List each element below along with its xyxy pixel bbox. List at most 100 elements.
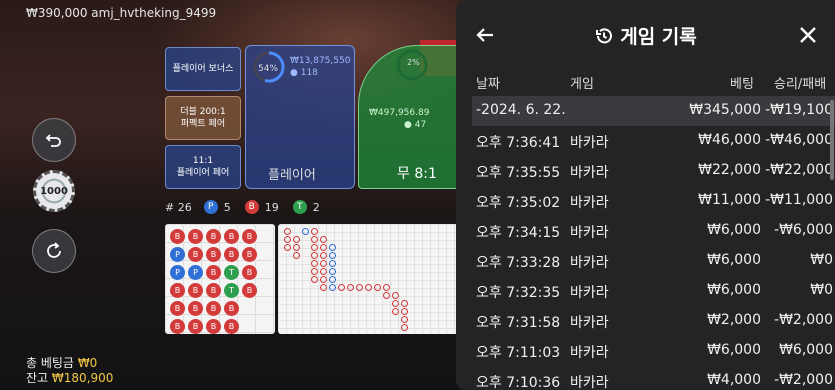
road-mark: [311, 276, 318, 283]
road-mark: [374, 284, 381, 291]
road-mark: [401, 316, 408, 323]
tie-bet[interactable]: 2% ₩497,956.89 ● 47 무 8:1: [358, 45, 468, 189]
road-mark: [320, 268, 327, 275]
road-mark: [320, 260, 327, 267]
row-game: 바카라: [570, 225, 609, 241]
perfect-pair-label: 퍼펙트 페어: [180, 119, 226, 129]
close-icon[interactable]: [797, 24, 819, 46]
row-date: -2024. 6. 22.: [476, 102, 566, 118]
history-row[interactable]: 오후 7:35:02 바카라 ₩11,000 -₩11,000: [472, 186, 835, 216]
bead-result: B: [224, 319, 239, 334]
road-mark: [311, 252, 318, 259]
row-game: 바카라: [570, 195, 609, 211]
row-game: 바카라: [570, 315, 609, 331]
road-mark: [311, 236, 318, 243]
row-winloss: -₩2,000: [774, 312, 833, 328]
history-icon: [596, 27, 613, 43]
chip-selector[interactable]: 1000: [33, 170, 75, 212]
row-bet: ₩6,000: [707, 252, 761, 268]
header-game: 게임: [570, 77, 594, 92]
row-game: 바카라: [570, 375, 609, 390]
player-total: ₩13,875,550: [290, 56, 351, 66]
perfect-pair-bet[interactable]: 더블 200:1 퍼펙트 페어: [165, 96, 241, 140]
history-row[interactable]: 오후 7:11:03 바카라 ₩6,000 ₩6,000: [472, 336, 835, 366]
road-mark: [329, 268, 336, 275]
history-row[interactable]: 오후 7:32:35 바카라 ₩6,000 ₩0: [472, 276, 835, 306]
header-bet: 베팅: [730, 77, 754, 92]
undo-button[interactable]: [32, 118, 76, 162]
big-road[interactable]: [278, 224, 470, 334]
road-mark: [311, 260, 318, 267]
road-mark: [392, 308, 399, 315]
road-mark: [284, 228, 291, 235]
road-mark: [392, 300, 399, 307]
bead-result: B: [188, 229, 203, 244]
balance: 잔고 ₩180,900: [26, 371, 114, 385]
bead-result: B: [170, 301, 185, 316]
bead-result: T: [224, 283, 239, 298]
banker-wins: 19: [264, 200, 279, 214]
bead-result: P: [170, 247, 185, 262]
road-mark: [401, 324, 408, 331]
chip-value: 1000: [40, 185, 68, 197]
row-winloss: -₩46,000: [765, 132, 833, 148]
bead-result: B: [206, 319, 221, 334]
row-winloss: -₩19,100: [765, 102, 833, 118]
panel-title-text: 게임 기록: [620, 26, 697, 48]
road-mark: [320, 244, 327, 251]
road-mark: [293, 236, 300, 243]
history-row[interactable]: 오후 7:33:28 바카라 ₩6,000 ₩0: [472, 246, 835, 276]
road-mark: [320, 284, 327, 291]
history-row[interactable]: 오후 7:36:41 바카라 ₩46,000 -₩46,000: [472, 126, 835, 156]
bead-result: B: [170, 283, 185, 298]
row-bet: ₩2,000: [707, 312, 761, 328]
repeat-button[interactable]: [32, 229, 76, 273]
row-game: 바카라: [570, 285, 609, 301]
road-mark: [356, 284, 363, 291]
panel-scrollbar[interactable]: [830, 100, 834, 180]
player-count: ● 118: [290, 68, 318, 78]
player-percent: 54%: [258, 64, 279, 74]
history-row[interactable]: 오후 7:35:55 바카라 ₩22,000 -₩22,000: [472, 156, 835, 186]
tie-total: ₩497,956.89: [369, 108, 430, 118]
history-row[interactable]: 오후 7:31:58 바카라 ₩2,000 -₩2,000: [472, 306, 835, 336]
perfect-pair-odds: 더블 200:1: [180, 107, 226, 117]
row-bet: ₩6,000: [707, 222, 761, 238]
road-mark: [392, 292, 399, 299]
bead-result: B: [242, 229, 257, 244]
road-mark: [338, 284, 345, 291]
bet-totals: 총 베팅금 ₩0 잔고 ₩180,900: [26, 356, 113, 386]
history-row[interactable]: 오후 7:34:15 바카라 ₩6,000 -₩6,000: [472, 216, 835, 246]
row-game: 바카라: [570, 255, 609, 271]
bead-result: B: [242, 247, 257, 262]
undo-icon: [45, 134, 61, 147]
road-mark: [383, 284, 390, 291]
road-mark: [302, 228, 309, 235]
row-bet: ₩11,000: [698, 192, 761, 208]
bead-road[interactable]: BPPBBBBBPBBBBBBBBBBBTTBBBBBB: [165, 224, 275, 334]
row-date: 오후 7:31:58: [476, 315, 561, 331]
bead-result: T: [224, 265, 239, 280]
row-date: 오후 7:35:55: [476, 165, 561, 181]
header-date: 날짜: [476, 77, 500, 92]
road-mark: [329, 260, 336, 267]
bead-result: B: [224, 247, 239, 262]
date-group-row[interactable]: -2024. 6. 22. ₩345,000 -₩19,100: [472, 96, 835, 126]
road-mark: [320, 276, 327, 283]
player-bonus-bet[interactable]: 플레이어 보너스: [165, 47, 241, 91]
row-bet: ₩4,000: [707, 372, 761, 388]
header-winloss: 승리/패배: [774, 77, 827, 92]
bead-result: B: [170, 319, 185, 334]
round-counts: # 26 P5 B 19 T2: [165, 200, 320, 214]
player-pair-bet[interactable]: 11:1 플레이어 페어: [165, 145, 241, 189]
player-bet[interactable]: 54% ₩13,875,550 ● 118 플레이어: [245, 45, 355, 189]
row-game: 바카라: [570, 165, 609, 181]
history-row[interactable]: 오후 7:10:36 바카라 ₩4,000 -₩2,000: [472, 366, 835, 390]
bead-result: B: [188, 247, 203, 262]
row-winloss: -₩6,000: [774, 222, 833, 238]
road-mark: [293, 244, 300, 251]
road-mark: [320, 252, 327, 259]
bead-result: B: [188, 319, 203, 334]
row-bet: ₩6,000: [707, 282, 761, 298]
bead-result: B: [242, 283, 257, 298]
